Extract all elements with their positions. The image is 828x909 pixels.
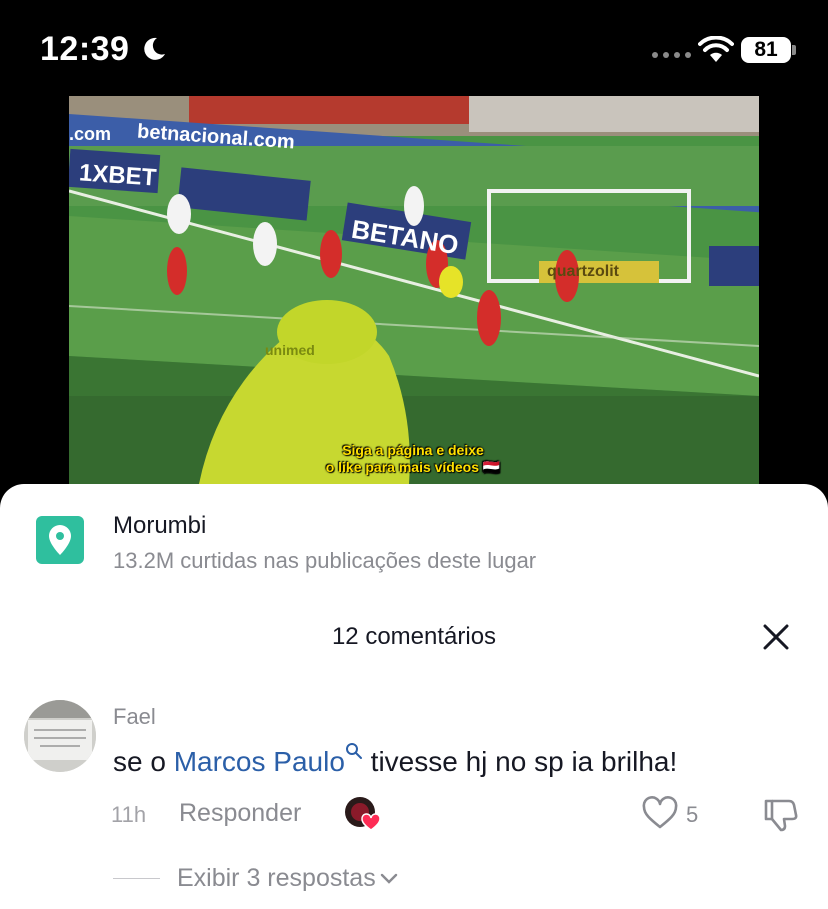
- status-time: 12:39: [40, 30, 130, 68]
- like-count: 5: [686, 802, 699, 827]
- heart-icon[interactable]: [641, 796, 679, 830]
- wifi-icon: [698, 36, 734, 62]
- comments-count-title: 12 comentários: [331, 623, 497, 650]
- avatar[interactable]: [24, 700, 96, 772]
- moon-icon: [144, 37, 165, 60]
- chevron-down-icon: [380, 874, 397, 885]
- comment-mention[interactable]: Marcos Paulo: [174, 746, 345, 777]
- battery-tip: [792, 45, 796, 55]
- comment-username[interactable]: Fael: [113, 704, 156, 730]
- video-side-text: .com: [69, 124, 112, 144]
- place-stats: 13.2M curtidas nas publicações deste lug…: [113, 548, 537, 573]
- video-banner-text-2: 1XBET: [78, 159, 158, 192]
- creator-liked-heart-icon: [345, 797, 381, 831]
- video-banner-text-4: quartzolit: [547, 263, 619, 280]
- comments-sheet: Morumbi 13.2M curtidas nas publicações d…: [0, 484, 828, 909]
- comment-text-after: tivesse hj no sp ia brilha!: [362, 746, 678, 777]
- video-player[interactable]: Siga a página e deixe o like para mais v…: [69, 96, 759, 484]
- comment-text-before: se o: [113, 746, 174, 777]
- comment-text: se o Marcos Paulo tivesse hj no sp ia br…: [113, 743, 678, 778]
- video-shirt-text: unimed: [265, 342, 315, 358]
- battery-icon: 81: [741, 37, 791, 63]
- status-bar: 12:39 81: [0, 0, 828, 96]
- video-frame: [69, 96, 759, 484]
- comment-timestamp: 11h: [111, 802, 147, 827]
- search-icon: [345, 743, 362, 759]
- battery-level: 81: [754, 38, 778, 61]
- video-caption-line-1: Siga a página e deixe: [342, 442, 484, 458]
- place-name[interactable]: Morumbi: [113, 512, 206, 540]
- signal-dots-icon: [652, 52, 691, 58]
- dislike-icon[interactable]: [762, 797, 798, 833]
- view-replies-button[interactable]: Exibir 3 respostas: [177, 864, 398, 893]
- video-caption: Siga a página e deixe o like para mais v…: [313, 442, 513, 476]
- reply-button[interactable]: Responder: [179, 799, 301, 828]
- location-pin-icon[interactable]: [36, 516, 84, 564]
- close-icon[interactable]: [760, 621, 792, 653]
- location-pin-glyph: [49, 525, 71, 555]
- avatar-image: [24, 700, 96, 772]
- replies-divider: [113, 878, 160, 879]
- view-replies-label: Exibir 3 respostas: [177, 864, 376, 892]
- video-caption-line-2: o like para mais vídeos 🇾🇪: [325, 459, 501, 475]
